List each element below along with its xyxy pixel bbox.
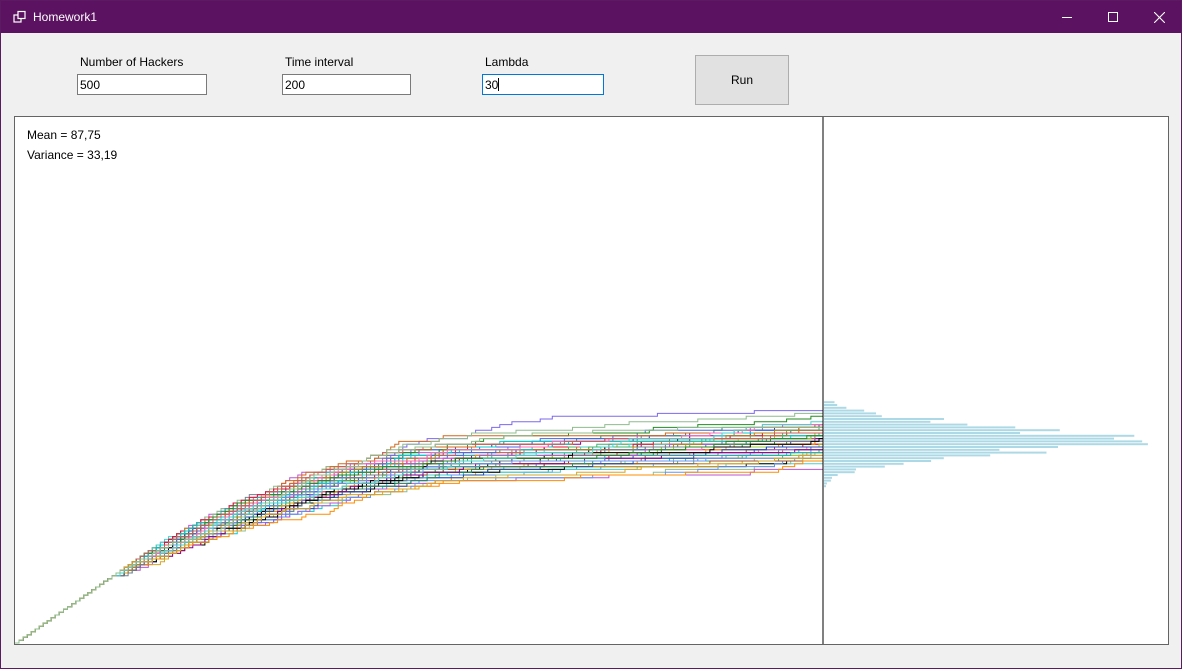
histogram-bar	[824, 471, 855, 474]
histogram-bar	[824, 476, 832, 479]
histogram-bar	[824, 420, 931, 423]
histogram-bar	[824, 426, 1016, 429]
interval-value: 200	[285, 78, 306, 92]
interval-input[interactable]: 200	[282, 74, 411, 95]
trajectory-line	[15, 449, 823, 644]
histogram-bar	[824, 406, 847, 409]
simulation-plot: Mean = 87,75 Variance = 33,19	[14, 116, 1169, 645]
hackers-label: Number of Hackers	[80, 55, 184, 69]
histogram-bar	[824, 457, 944, 460]
histogram-bar	[824, 482, 827, 485]
trajectory-line	[15, 424, 823, 644]
app-window: Homework1 Number of Hackers 500 Time int…	[0, 0, 1182, 669]
hackers-input[interactable]: 500	[77, 74, 207, 95]
lambda-input[interactable]: 30	[482, 74, 604, 95]
minimize-icon	[1062, 17, 1072, 18]
histogram-bar	[824, 451, 1047, 454]
variance-label: Variance = 33,19	[27, 148, 118, 162]
histogram-bar	[824, 418, 944, 420]
hackers-value: 500	[80, 78, 101, 92]
histogram-bar	[824, 468, 856, 471]
trajectory-line	[15, 424, 823, 644]
close-icon	[1153, 11, 1165, 23]
histogram-bar	[824, 412, 876, 415]
window-title: Homework1	[33, 10, 98, 24]
trajectory-line	[15, 443, 823, 644]
trajectory-line	[15, 424, 823, 644]
restore-windows-icon	[13, 10, 27, 24]
histogram-bar	[824, 423, 968, 426]
run-button[interactable]: Run	[695, 55, 789, 105]
histogram-bar	[824, 474, 838, 476]
minimize-button[interactable]	[1044, 1, 1090, 33]
close-button[interactable]	[1136, 1, 1182, 33]
maximize-icon	[1108, 12, 1118, 22]
text-caret	[498, 78, 500, 91]
interval-label: Time interval	[285, 55, 354, 69]
histogram-bar	[824, 460, 932, 462]
maximize-button[interactable]	[1090, 1, 1136, 33]
trajectory-line	[15, 449, 823, 644]
trajectory-line	[15, 424, 823, 644]
trajectory-line	[15, 463, 823, 644]
title-bar[interactable]: Homework1	[1, 1, 1181, 33]
trajectory-line	[15, 443, 823, 644]
histogram-bar	[824, 454, 991, 457]
histogram-bar	[824, 409, 865, 412]
lambda-label: Lambda	[485, 55, 529, 69]
histogram-bar	[824, 448, 1000, 451]
mean-label: Mean = 87,75	[27, 128, 101, 142]
plot-canvas	[15, 117, 1148, 644]
trajectory-line	[15, 444, 824, 644]
trajectory-line	[15, 410, 823, 644]
trajectory-line	[15, 443, 823, 644]
trajectory-line	[15, 449, 824, 644]
histogram-bar	[824, 429, 1060, 432]
histogram-bar	[824, 465, 885, 468]
histogram-bar	[824, 404, 838, 406]
histogram-bar	[824, 437, 1114, 440]
histogram-bar	[824, 462, 904, 465]
histogram-bar	[824, 401, 835, 404]
trajectory-line	[15, 452, 823, 644]
trajectory-line	[15, 468, 823, 644]
trajectory-line	[15, 449, 823, 644]
trajectory-line	[15, 449, 824, 644]
histogram-bar	[824, 443, 1148, 446]
histogram-bar	[824, 434, 1135, 437]
lambda-value: 30	[485, 78, 499, 92]
trajectory-line	[15, 443, 823, 644]
histogram-bar	[824, 415, 882, 418]
histogram-bar	[824, 432, 1020, 434]
trajectory-line	[15, 449, 823, 644]
histogram-bar	[824, 485, 826, 488]
histogram-bar	[824, 479, 831, 482]
histogram-bar	[824, 440, 1143, 443]
histogram-bar	[824, 446, 1058, 448]
